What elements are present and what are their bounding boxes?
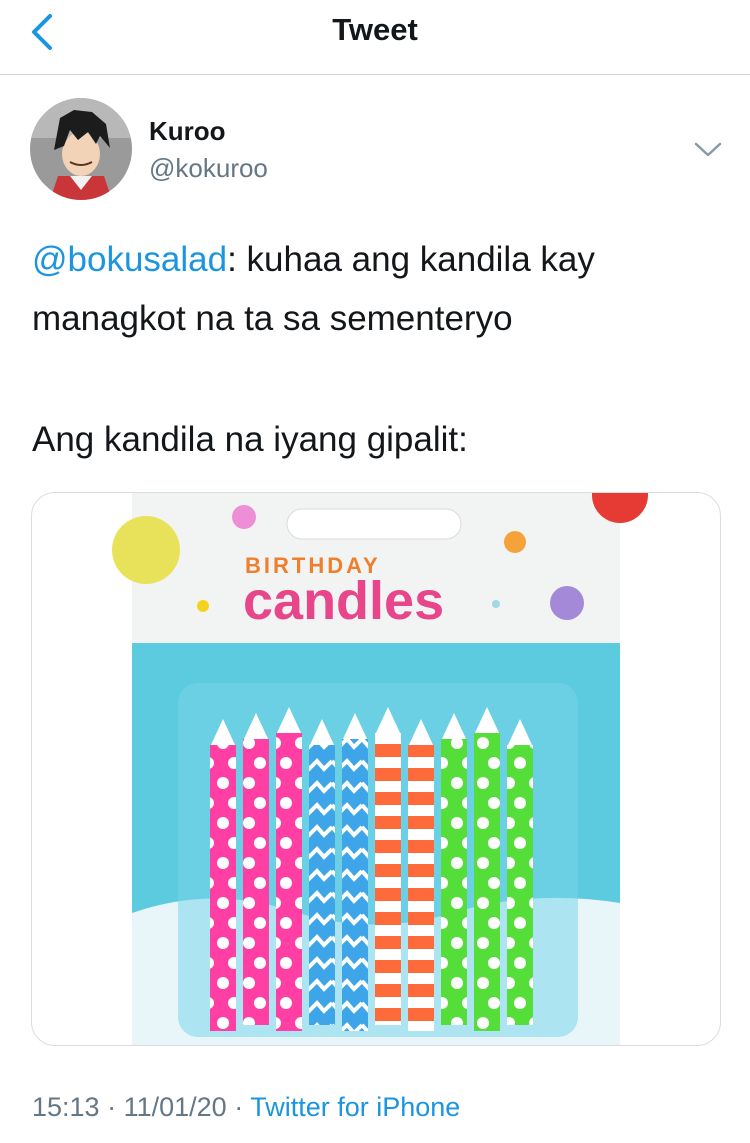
candle [441,713,467,1025]
candle [408,719,434,1031]
page-title: Tweet [332,12,418,47]
chevron-down-icon[interactable] [690,136,726,162]
tweet-source-link[interactable]: Twitter for iPhone [250,1092,460,1122]
candle [507,719,533,1025]
tweet-text: @bokusalad: kuhaa ang kandila kay managk… [32,230,722,469]
top-bar: Tweet [0,0,750,75]
tweet-meta: 15:13 · 11/01/20 · Twitter for iPhone [32,1092,461,1122]
author-handle[interactable]: @kokuroo [149,153,268,184]
package-title-bottom: candles [243,571,444,631]
candle [474,707,500,1031]
tweet-media[interactable]: BIRTHDAY candles [31,492,721,1046]
candle [309,719,335,1025]
tweet-date: 11/01/20 [123,1092,227,1122]
candle [375,707,401,1025]
mention-link[interactable]: @bokusalad [32,240,227,279]
author-name[interactable]: Kuroo [149,116,226,147]
candle [210,719,236,1031]
candle [276,707,302,1031]
avatar[interactable] [30,98,132,200]
tweet-time: 15:13 [32,1092,100,1122]
candle [243,713,269,1025]
tweet-text-line2: Ang kandila na iyang gipalit: [32,420,468,459]
candles-photo: BIRTHDAY candles [112,493,648,1045]
candle [342,713,368,1031]
